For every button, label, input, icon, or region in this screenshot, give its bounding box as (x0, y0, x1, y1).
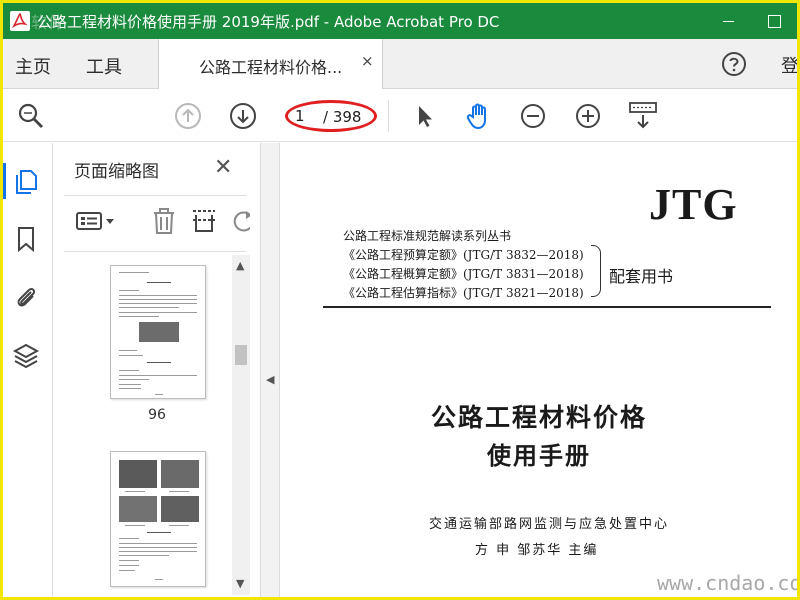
red-annotation-ellipse (285, 100, 377, 132)
maximize-button[interactable] (751, 3, 797, 39)
document-tab-label: 公路工程材料价格... (199, 58, 343, 77)
attachments-icon[interactable] (12, 283, 40, 311)
help-icon[interactable] (721, 51, 747, 77)
horizontal-rule (323, 306, 771, 308)
search-zoom-icon[interactable] (15, 100, 47, 132)
thumbnail-page[interactable] (110, 265, 206, 399)
tab-tools[interactable]: 工具 (86, 53, 122, 79)
rotate-page-icon[interactable] (228, 205, 250, 237)
panel-collapse-handle[interactable]: ◀ (260, 143, 280, 597)
book-title-line2: 使用手册 (487, 441, 591, 470)
standard-line: 《公路工程估算指标》(JTG/T 3821—2018) (343, 286, 584, 300)
tab-document[interactable]: 公路工程材料价格... × (159, 39, 383, 89)
supporting-book-label: 配套用书 (609, 267, 674, 286)
toolbar: 1 / 398 (3, 90, 797, 142)
thumbnail-page[interactable] (110, 451, 206, 587)
select-pointer-icon[interactable] (408, 100, 440, 132)
extract-pages-icon[interactable] (188, 205, 220, 237)
jtg-logo: JTG (649, 180, 738, 229)
scroll-up-icon[interactable]: ▲ (236, 259, 244, 272)
tab-bar: 主页 工具 公路工程材料价格... × 登 (3, 39, 797, 89)
thumbnail-options-icon[interactable] (74, 205, 114, 237)
thumbnails-panel: 页面缩略图 ✕ 96 ▲ ▼ (54, 143, 260, 597)
next-page-icon[interactable] (227, 100, 259, 132)
delete-page-icon[interactable] (148, 205, 180, 237)
app-window: 软件 公路工程材料价格使用手册 2019年版.pdf - Adobe Acrob… (3, 3, 797, 597)
standard-line: 《公路工程预算定额》(JTG/T 3832—2018) (343, 248, 584, 262)
active-indicator (3, 163, 6, 199)
standard-line: 《公路工程概算定额》(JTG/T 3831—2018) (343, 267, 584, 281)
close-panel-button[interactable]: ✕ (214, 155, 232, 180)
grouping-brace (591, 245, 601, 297)
left-rail (3, 143, 53, 597)
series-title: 公路工程标准规范解读系列丛书 (343, 229, 512, 243)
zoom-out-icon[interactable] (517, 100, 549, 132)
panel-divider (64, 251, 246, 252)
bookmarks-icon[interactable] (12, 225, 40, 253)
scroll-thumb[interactable] (235, 345, 247, 365)
hand-tool-icon[interactable] (463, 100, 495, 132)
tab-home[interactable]: 主页 (15, 53, 51, 79)
scroll-down-icon[interactable]: ▼ (236, 577, 244, 590)
panel-title: 页面缩略图 (74, 162, 159, 182)
acrobat-logo-icon (10, 11, 30, 31)
layers-icon[interactable] (12, 341, 40, 369)
thumbnail-list: 96 (54, 255, 260, 597)
pdf-page: JTG 公路工程标准规范解读系列丛书 《公路工程预算定额》(JTG/T 3832… (281, 143, 797, 597)
close-tab-button[interactable]: × (361, 52, 374, 70)
title-bar: 软件 公路工程材料价格使用手册 2019年版.pdf - Adobe Acrob… (3, 3, 797, 39)
prev-page-icon[interactable] (172, 100, 204, 132)
zoom-in-icon[interactable] (572, 100, 604, 132)
panel-divider (64, 195, 246, 196)
publisher: 交通运输部路网监测与应急处置中心 (429, 517, 670, 532)
thumbnail-page-number: 96 (148, 407, 166, 423)
site-watermark: www.cndao.com (657, 571, 797, 595)
book-title-line1: 公路工程材料价格 (430, 403, 647, 432)
page-thumbnails-icon[interactable] (12, 167, 40, 195)
sign-in-link[interactable]: 登 (781, 52, 797, 78)
document-view: JTG 公路工程标准规范解读系列丛书 《公路工程预算定额》(JTG/T 3832… (281, 143, 797, 597)
thumbnail-scrollbar[interactable]: ▲ ▼ (232, 255, 250, 595)
collapse-arrow-icon[interactable]: ◀ (266, 373, 274, 386)
authors: 方 申 邹苏华 主编 (475, 543, 599, 558)
keyboard-scroll-icon[interactable] (627, 100, 659, 132)
toolbar-separator (388, 100, 389, 132)
window-title: 公路工程材料价格使用手册 2019年版.pdf - Adobe Acrobat … (37, 13, 500, 31)
minimize-button[interactable] (705, 3, 751, 39)
